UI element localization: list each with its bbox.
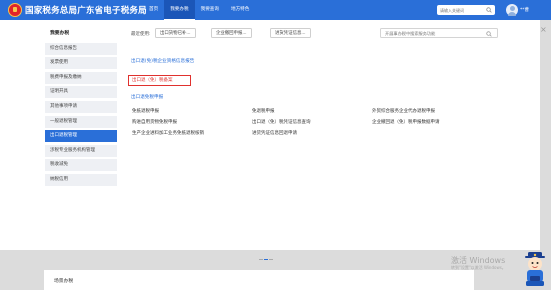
user-name[interactable]: **曹 — [520, 7, 529, 13]
avatar-icon[interactable] — [506, 4, 518, 16]
watermark-line1: 激活 Windows — [451, 256, 506, 265]
sidebar-item-tax-relief[interactable]: 税收减免 — [45, 159, 117, 172]
scene-title: 场景办税 — [54, 279, 74, 284]
sidebar-item-credit[interactable]: 纳税信用 — [45, 173, 117, 186]
tax-emblem-icon — [8, 3, 22, 17]
link-item[interactable]: 购进自用货物免税申报 — [132, 119, 177, 125]
sidebar-item-general-refund[interactable]: 一般退税管理 — [45, 115, 117, 128]
section-title-qualification: 出口退(免)税企业资格信息报告 — [131, 59, 195, 64]
sidebar-item-info-report[interactable]: 综合信息报告 — [45, 42, 117, 55]
link-item[interactable]: 出口退（免）税凭证信息查询 — [252, 119, 311, 125]
link-item[interactable]: 外贸综合服务企业代办退税申报 — [372, 108, 435, 114]
link-export-filing[interactable]: 出口退（免）税备案 — [132, 77, 173, 83]
link-item[interactable]: 进货凭证信息回退申请 — [252, 130, 297, 136]
indicator-dot[interactable] — [259, 259, 263, 261]
top-navigation-bar: 国家税务总局广东省电子税务局 首页 我要办税 我要查询 地方特色 **曹 — [0, 0, 551, 20]
link-item[interactable]: 免退税申报 — [252, 108, 275, 114]
section-title-declaration: 出口退免税申报 — [131, 95, 164, 100]
nav-local-features[interactable]: 地方特色 — [225, 0, 255, 20]
nav-tax-handling[interactable]: 我要办税 — [164, 0, 195, 20]
sidebar-item-invoice[interactable]: 发票使用 — [45, 57, 117, 70]
search-icon[interactable] — [486, 31, 492, 37]
recent-label: 最近使用: — [131, 32, 151, 37]
link-item[interactable]: 生产企业进料加工业务免抵退税核销 — [132, 130, 204, 136]
nav-home[interactable]: 首页 — [143, 0, 164, 20]
mascot-icon[interactable] — [522, 250, 548, 288]
carousel-indicator[interactable] — [259, 259, 273, 262]
recent-chip[interactable]: 进货凭证信息... — [270, 28, 311, 38]
close-icon[interactable]: × — [540, 26, 547, 34]
main-nav: 首页 我要办税 我要查询 地方特色 — [143, 0, 255, 20]
site-title[interactable]: 国家税务总局广东省电子税务局 — [25, 4, 147, 16]
activation-watermark: 激活 Windows 转到"设置"以激活 Windows。 — [451, 256, 506, 271]
indicator-dot[interactable] — [269, 259, 273, 261]
top-search-input[interactable] — [437, 5, 485, 15]
recent-chip[interactable]: 企业撤回申报... — [211, 28, 252, 38]
sidebar-item-declaration[interactable]: 税费申报及缴纳 — [45, 71, 117, 84]
tax-service-panel: 我要办税 综合信息报告 发票使用 税费申报及缴纳 证明开具 其他事项申请 一般退… — [0, 20, 540, 250]
sidebar-item-agency[interactable]: 涉税专业服务机构管理 — [45, 144, 117, 157]
recent-chip[interactable]: 出口货物已补... — [155, 28, 196, 38]
link-item[interactable]: 企业撤回退（免）税申报数据申请 — [372, 119, 440, 125]
top-search-box — [437, 5, 495, 15]
function-search-input[interactable] — [381, 29, 481, 38]
nav-query[interactable]: 我要查询 — [195, 0, 225, 20]
sidebar-item-other-matters[interactable]: 其他事项申请 — [45, 100, 117, 113]
search-icon[interactable] — [486, 7, 492, 13]
indicator-dot-active[interactable] — [264, 259, 268, 261]
scene-section: 场景办税 — [44, 270, 474, 290]
link-item[interactable]: 免抵退税申报 — [132, 108, 159, 114]
sidebar-item-certificate[interactable]: 证明开具 — [45, 86, 117, 99]
sidebar: 我要办税 综合信息报告 发票使用 税费申报及缴纳 证明开具 其他事项申请 一般退… — [45, 28, 117, 186]
watermark-line2: 转到"设置"以激活 Windows。 — [451, 265, 506, 270]
sidebar-title: 我要办税 — [50, 31, 70, 36]
function-search-box — [380, 28, 498, 38]
sidebar-item-export-refund[interactable]: 出口退税管理 — [45, 130, 117, 143]
